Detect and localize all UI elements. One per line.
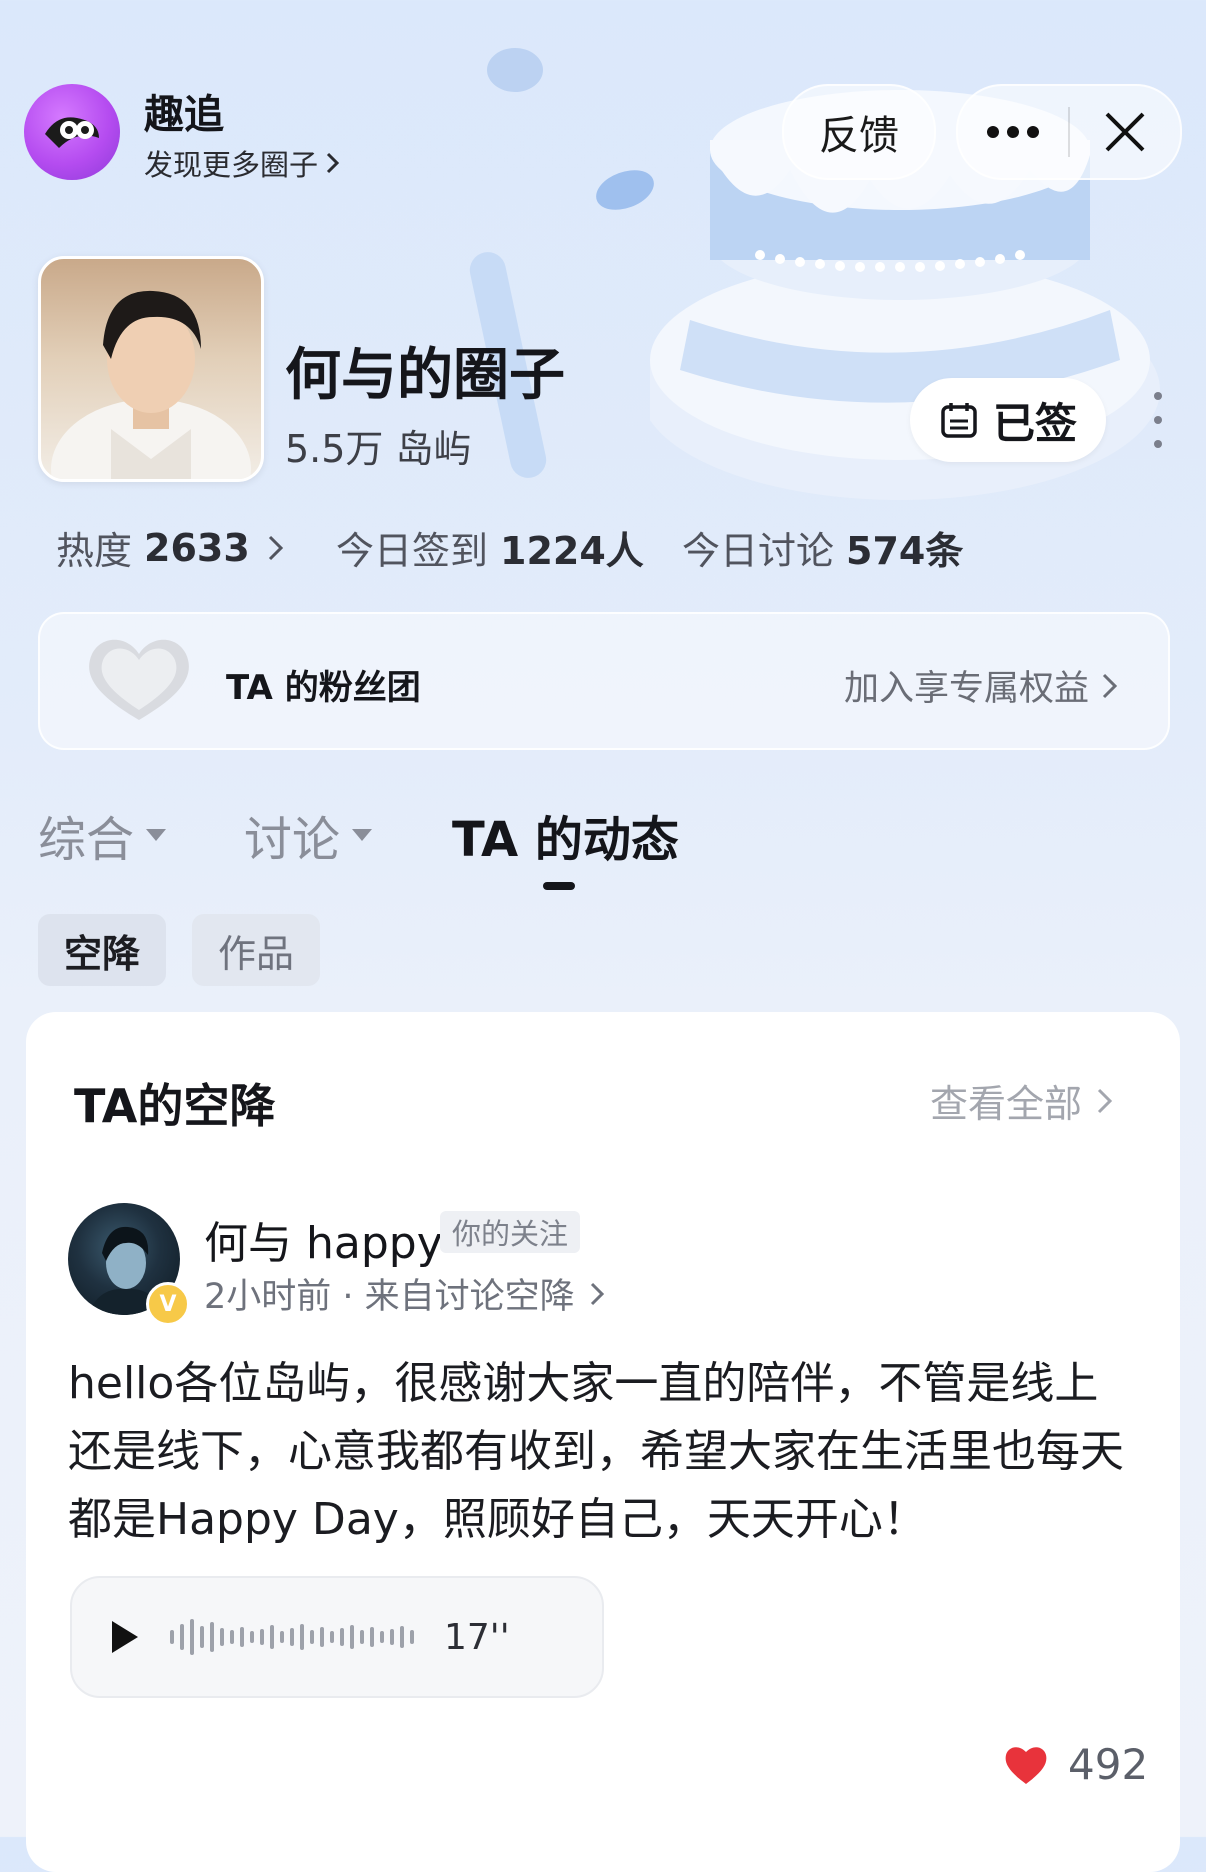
post-text: hello各位岛屿，很感谢大家一直的陪伴，不管是线上还是线下，心意我都有收到，希… [68,1358,1124,1545]
following-tag: 你的关注 [440,1211,581,1253]
circle-avatar-image [51,290,251,479]
chevron-right-icon [1097,1088,1113,1113]
heart-badge-icon [89,639,189,720]
view-all-link[interactable]: 查看全部 [930,1073,1116,1128]
voice-duration: 17'' [444,1616,510,1658]
signed-label: 已签 [992,398,1077,448]
fan-club-title: TA 的粉丝团 [226,668,421,708]
chevron-right-icon [326,152,340,174]
post-author[interactable]: 何与 happy [204,1207,443,1271]
app-logo[interactable] [24,84,120,180]
fan-club-join-label: 加入享专属权益 [844,669,1090,709]
verified-badge-icon: V [146,1282,190,1326]
dot-icon [1154,392,1162,400]
tab-overview[interactable]: 综合 [38,800,167,870]
view-all-label: 查看全部 [930,1082,1083,1126]
section-title: TA的空降 [74,1079,276,1133]
close-icon [1105,112,1145,152]
app-name: 趣追 [144,92,224,138]
signed-in-button[interactable]: 已签 [910,378,1106,462]
circle-avatar[interactable] [38,256,264,482]
discuss-value: 574条 [846,529,964,573]
chip-airdrop-label: 空降 [63,931,140,976]
circle-more-button[interactable] [1148,392,1168,448]
chevron-right-icon [590,1282,604,1305]
chevron-right-icon [1102,673,1118,698]
heat-value: 2633 [144,525,250,570]
checkin-label: 今日签到 [336,529,489,573]
chevron-right-icon [268,535,283,560]
waveform-icon [170,1617,414,1657]
checkin-stat: 今日签到 1224人 [336,520,644,575]
tab-discussion-label: 讨论 [244,812,341,868]
discuss-stat: 今日讨论 574条 [682,520,963,575]
calendar-icon [941,403,977,438]
dot-icon [1154,416,1162,424]
tab-ta-updates-label: TA 的动态 [452,812,679,868]
discuss-label: 今日讨论 [682,529,835,573]
close-button[interactable] [1070,86,1180,178]
feedback-button[interactable]: 反馈 [782,84,936,180]
post-meta-link[interactable]: 2小时前 · 来自讨论空降 [204,1268,607,1319]
heat-label: 热度 [56,529,133,573]
like-button[interactable]: 492 [1002,1740,1148,1789]
checkin-value: 1224人 [500,529,644,573]
member-count: 5.5万 岛屿 [285,427,472,471]
feedback-label: 反馈 [819,113,899,159]
tab-discussion[interactable]: 讨论 [244,800,373,870]
caret-down-icon [352,829,373,841]
circle-title: 何与的圈子 [285,343,565,408]
discover-more-label: 发现更多圈子 [144,148,319,182]
more-horizontal-icon [987,126,1039,138]
chip-airdrop[interactable]: 空降 [38,914,166,986]
app-logo-icon [45,117,99,148]
active-tab-indicator [543,882,575,890]
tab-ta-updates[interactable]: TA 的动态 [452,800,679,870]
decor-pill-shape [487,48,543,92]
heart-icon [1005,1746,1047,1784]
dot-icon [1154,440,1162,448]
discover-more-link[interactable]: 发现更多圈子 [144,142,342,184]
decor-pill-shape [596,170,654,210]
heat-stat[interactable]: 热度 2633 [56,520,288,575]
mini-program-capsule [956,84,1182,180]
chip-works[interactable]: 作品 [192,914,320,986]
post-meta: 2小时前 · 来自讨论空降 [204,1277,575,1317]
play-icon [112,1621,138,1653]
like-count: 492 [1068,1740,1149,1789]
tab-overview-label: 综合 [38,812,135,868]
chip-works-label: 作品 [217,931,294,976]
voice-message-player[interactable]: 17'' [70,1576,604,1698]
caret-down-icon [146,829,167,841]
more-options-button[interactable] [958,86,1068,178]
fan-club-join-link[interactable]: 加入享专属权益 [844,660,1121,711]
